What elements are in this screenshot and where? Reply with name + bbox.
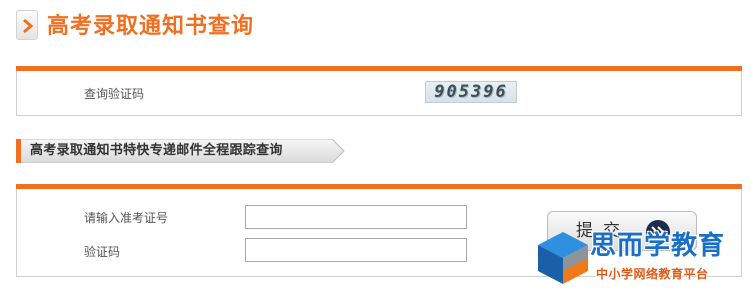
watermark-brand: 思而学教育 <box>590 231 726 261</box>
section-tab: 高考录取通知书特快专递邮件全程跟踪查询 <box>16 139 345 163</box>
panel-accent-bar <box>16 184 742 189</box>
panel-accent-bar <box>16 66 742 71</box>
captcha-image: 905396 <box>425 81 517 103</box>
exam-number-input[interactable] <box>245 205 467 229</box>
section-title: 高考录取通知书特快专递邮件全程跟踪查询 <box>30 143 283 158</box>
captcha-panel: 查询验证码 905396 <box>16 66 742 116</box>
chevron-right-icon <box>23 19 34 33</box>
page-title: 高考录取通知书查询 <box>47 14 255 39</box>
exam-number-label: 请输入准考证号 <box>84 211 169 225</box>
watermark-tagline: 中小学网络教育平台 <box>596 267 709 281</box>
captcha-label: 查询验证码 <box>84 87 145 101</box>
title-marker <box>16 10 38 40</box>
watermark-logo: 思而学教育 中小学网络教育平台 <box>534 228 750 290</box>
cube-logo-icon <box>538 232 588 284</box>
verify-code-input[interactable] <box>245 238 467 262</box>
verify-code-label: 验证码 <box>84 245 121 259</box>
